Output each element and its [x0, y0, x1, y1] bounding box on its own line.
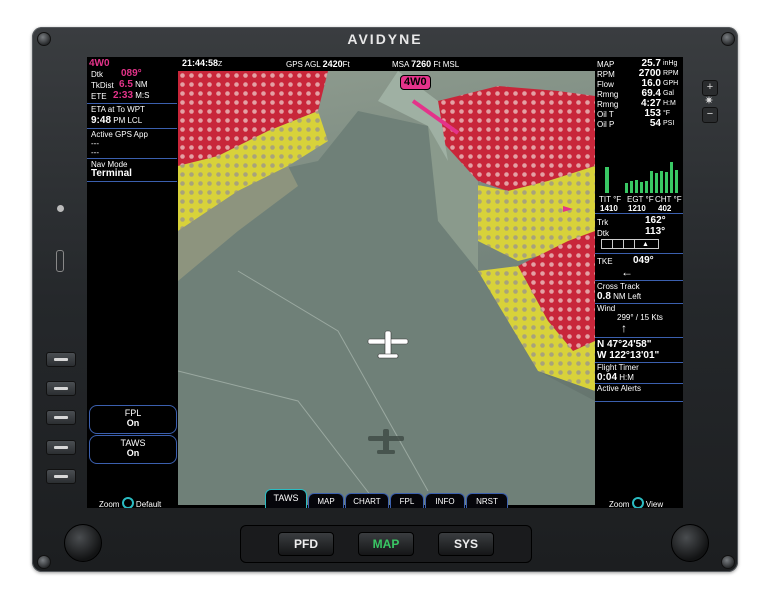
softkey-4[interactable] — [46, 440, 76, 455]
left-zoom-control[interactable]: Zoom Default — [99, 497, 161, 508]
cht-value: 402 — [658, 204, 672, 213]
cht-bar — [650, 171, 653, 193]
terrain-graphic — [178, 71, 595, 505]
gps-agl-value: 2420 — [322, 59, 343, 69]
top-status-bar: 21:44:58Z GPS AGL 2420Ft MSA 7260 Ft MSL — [182, 58, 460, 69]
tab-info[interactable]: INFO — [425, 493, 465, 508]
tab-chart[interactable]: CHART — [345, 493, 389, 508]
softkey-1[interactable] — [46, 352, 76, 367]
tit-bar — [605, 167, 609, 193]
map-button[interactable]: MAP — [358, 532, 414, 556]
card-slot — [56, 250, 64, 272]
active-alerts-label: Active Alerts — [597, 384, 642, 393]
nav-mode-value: Terminal — [91, 168, 132, 179]
softkey-2[interactable] — [46, 381, 76, 396]
screw — [37, 32, 51, 46]
ete-value: 2:33 — [113, 90, 134, 101]
egt-value: 1210 — [628, 204, 646, 213]
light-sensor — [57, 205, 64, 212]
active-waypoint: 4W0 — [89, 58, 110, 69]
synthetic-terrain-view[interactable]: 4W0 — [178, 71, 595, 505]
tit-value: 1410 — [600, 204, 618, 213]
egt-bar — [630, 181, 633, 193]
zoom-knob-icon — [631, 497, 644, 508]
left-knob[interactable] — [64, 524, 102, 562]
cross-track-value: 0.8 — [597, 291, 611, 302]
divider — [595, 253, 683, 254]
left-dtk-value: 089° — [121, 68, 142, 79]
tab-map[interactable]: MAP — [308, 493, 344, 508]
tke-value: 049° — [633, 255, 654, 266]
fpl-toggle[interactable]: FPL On — [89, 405, 177, 434]
latitude: N 47°24'58" — [597, 339, 652, 350]
divider — [87, 181, 177, 182]
screw — [721, 32, 735, 46]
cht-bar — [670, 162, 673, 193]
brand-logo: AVIDYNE — [347, 31, 423, 47]
utc-time: 21:44:58 — [182, 58, 219, 68]
divider — [595, 213, 683, 214]
sys-button[interactable]: SYS — [438, 532, 494, 556]
softkey-5[interactable] — [46, 469, 76, 484]
display-screen: 21:44:58Z GPS AGL 2420Ft MSA 7260 Ft MSL — [87, 57, 683, 508]
course-deviation-indicator: ▲ — [601, 239, 659, 249]
track-value: 162° — [645, 215, 666, 226]
cht-bar — [655, 173, 658, 193]
screw — [37, 555, 51, 569]
brightness-up-button[interactable]: + — [702, 80, 718, 96]
divider — [87, 158, 177, 159]
divider — [595, 280, 683, 281]
zoom-knob-icon — [121, 497, 134, 508]
right-dtk-value: 113° — [645, 226, 666, 237]
left-data-panel: 4W0 Dtk 089° TkDist 6.5 NM ETE 2:33 M:S … — [87, 57, 177, 508]
right-knob[interactable] — [671, 524, 709, 562]
softkey-3[interactable] — [46, 410, 76, 425]
tab-fpl[interactable]: FPL — [390, 493, 424, 508]
msa-value: 7260 — [411, 59, 432, 69]
taws-toggle[interactable]: TAWS On — [89, 435, 177, 464]
right-zoom-control[interactable]: Zoom View — [609, 497, 663, 508]
right-data-panel: MAP 25.7 inHg RPM 2700 RPM Flow 16.0 GPH Rmng 69.4… — [595, 58, 683, 508]
cht-bar — [660, 171, 663, 193]
tkdist-value: 6.5 — [119, 79, 133, 90]
brightness-down-button[interactable]: − — [702, 107, 718, 123]
divider — [595, 337, 683, 338]
waypoint-tag[interactable]: 4W0 — [400, 75, 431, 90]
tke-arrow-icon: ← — [621, 265, 633, 279]
pfd-button[interactable]: PFD — [278, 532, 334, 556]
egt-bar — [640, 182, 643, 193]
wind-arrow-icon: ↑ — [621, 321, 627, 335]
eta-value: 9:48 — [91, 115, 112, 126]
tab-nrst[interactable]: NRST — [466, 493, 508, 508]
tab-taws[interactable]: TAWS — [265, 489, 307, 508]
egt-bar — [625, 183, 628, 193]
longitude: W 122°13'01" — [597, 350, 660, 361]
engine-bar-graph — [605, 162, 678, 193]
divider — [595, 401, 683, 402]
egt-bar — [645, 181, 648, 193]
flight-timer-value: 0:04 — [597, 372, 618, 383]
divider — [87, 103, 177, 104]
divider — [87, 128, 177, 129]
brightness-icon: ✷ — [704, 95, 714, 107]
screw — [721, 555, 735, 569]
cht-bar — [665, 172, 668, 193]
cht-bar — [675, 170, 678, 193]
egt-bar — [635, 180, 638, 193]
